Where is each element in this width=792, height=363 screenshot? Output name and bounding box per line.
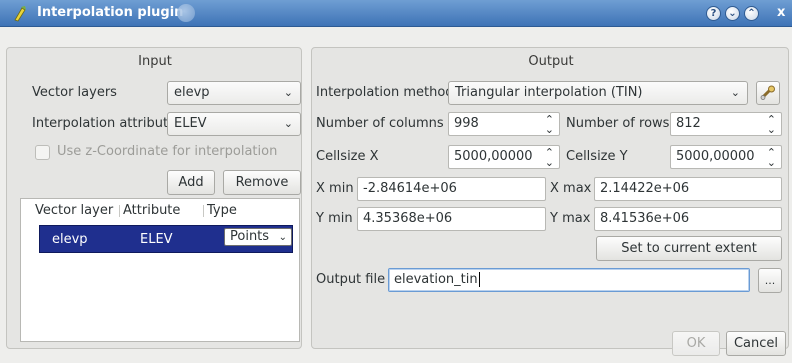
cellsize-y-value: 5000,00000 bbox=[676, 149, 755, 164]
use-z-coordinate-checkbox[interactable] bbox=[35, 145, 50, 160]
spin-arrows-icon[interactable]: ⌃ ⌄ bbox=[545, 114, 554, 135]
x-min-label: X min bbox=[316, 181, 354, 196]
vector-layers-combo[interactable]: elevp ⌄ bbox=[167, 81, 301, 105]
input-group-title: Input bbox=[138, 54, 172, 69]
ok-button[interactable]: OK bbox=[672, 331, 720, 356]
y-max-field[interactable]: 8.41536e+06 bbox=[594, 207, 782, 231]
text-cursor bbox=[478, 272, 480, 287]
input-group: Input Vector layers elevp ⌄ Interpolatio… bbox=[6, 47, 302, 349]
row-type-combo[interactable]: Points ⌄ bbox=[224, 228, 292, 246]
header-type[interactable]: Type bbox=[207, 203, 237, 218]
x-min-field[interactable]: -2.84614e+06 bbox=[357, 177, 546, 201]
x-max-field[interactable]: 2.14422e+06 bbox=[594, 177, 782, 201]
interpolation-attribute-combo[interactable]: ELEV ⌄ bbox=[167, 112, 301, 136]
spin-arrows-icon[interactable]: ⌃ ⌄ bbox=[545, 147, 554, 168]
y-max-label: Y max bbox=[550, 211, 591, 226]
y-min-label: Y min bbox=[316, 211, 353, 226]
window-titlebar[interactable]: Interpolation plugin ? ⌄ ⌃ x bbox=[0, 0, 792, 27]
number-of-columns-label: Number of columns bbox=[316, 116, 444, 131]
output-file-value: elevation_tin bbox=[394, 272, 478, 287]
row-attribute: ELEV bbox=[140, 232, 173, 247]
method-settings-button[interactable] bbox=[756, 81, 780, 105]
dialog-body: Input Vector layers elevp ⌄ Interpolatio… bbox=[0, 27, 792, 363]
interpolation-attribute-value: ELEV bbox=[174, 116, 207, 131]
close-button[interactable]: x bbox=[777, 5, 785, 20]
x-max-label: X max bbox=[550, 181, 592, 196]
interpolation-attribute-label: Interpolation attribute bbox=[32, 116, 177, 131]
window-title: Interpolation plugin bbox=[37, 5, 184, 20]
spin-arrows-icon[interactable]: ⌃ ⌄ bbox=[767, 147, 776, 168]
header-attribute[interactable]: Attribute bbox=[123, 203, 180, 218]
settings-wrench-icon bbox=[760, 85, 775, 100]
row-type-value: Points bbox=[230, 229, 270, 244]
number-of-rows-label: Number of rows bbox=[566, 116, 670, 131]
chevron-down-icon: ⌄ bbox=[283, 86, 293, 99]
row-layer: elevp bbox=[52, 232, 88, 247]
output-group-title: Output bbox=[528, 54, 574, 69]
browse-button[interactable]: ... bbox=[758, 268, 782, 293]
chevron-down-icon: ⌄ bbox=[278, 232, 287, 243]
interpolation-method-value: Triangular interpolation (TIN) bbox=[455, 85, 643, 100]
chevron-down-icon: ⌄ bbox=[730, 86, 740, 99]
spin-arrows-icon[interactable]: ⌃ ⌄ bbox=[767, 114, 776, 135]
cellsize-y-spinbox[interactable]: 5000,00000 ⌃ ⌄ bbox=[670, 145, 782, 169]
pin-icon[interactable] bbox=[177, 4, 195, 22]
minimize-button[interactable]: ⌄ bbox=[725, 6, 740, 21]
interpolation-method-combo[interactable]: Triangular interpolation (TIN) ⌄ bbox=[448, 81, 748, 105]
y-min-field[interactable]: 4.35368e+06 bbox=[357, 207, 546, 231]
interpolation-method-label: Interpolation method bbox=[316, 85, 454, 100]
cellsize-y-label: Cellsize Y bbox=[566, 149, 628, 164]
add-button[interactable]: Add bbox=[167, 170, 215, 195]
vector-layers-value: elevp bbox=[174, 85, 210, 100]
number-of-rows-value: 812 bbox=[676, 116, 701, 131]
output-file-field[interactable]: elevation_tin bbox=[388, 268, 750, 292]
remove-button[interactable]: Remove bbox=[223, 170, 301, 195]
cellsize-x-spinbox[interactable]: 5000,00000 ⌃ ⌄ bbox=[448, 145, 560, 169]
maximize-button[interactable]: ⌃ bbox=[744, 6, 759, 21]
vector-layers-label: Vector layers bbox=[32, 85, 117, 100]
input-layers-table[interactable]: Vector layer Attribute Type elevp ELEV P… bbox=[20, 198, 300, 342]
number-of-rows-spinbox[interactable]: 812 ⌃ ⌄ bbox=[670, 112, 782, 136]
set-to-current-extent-button[interactable]: Set to current extent bbox=[596, 236, 782, 261]
output-group: Output Interpolation method Triangular i… bbox=[311, 47, 789, 349]
number-of-columns-spinbox[interactable]: 998 ⌃ ⌄ bbox=[448, 112, 560, 136]
chevron-down-icon: ⌄ bbox=[283, 117, 293, 130]
cancel-button[interactable]: Cancel bbox=[726, 331, 786, 356]
table-row[interactable]: elevp ELEV Points ⌄ bbox=[39, 225, 293, 253]
output-file-label: Output file bbox=[316, 272, 386, 287]
help-button[interactable]: ? bbox=[706, 6, 721, 21]
number-of-columns-value: 998 bbox=[454, 116, 479, 131]
header-vector-layer[interactable]: Vector layer bbox=[35, 203, 113, 218]
qgis-logo-icon bbox=[14, 6, 26, 22]
cellsize-x-label: Cellsize X bbox=[316, 149, 379, 164]
use-z-coordinate-label: Use z-Coordinate for interpolation bbox=[57, 144, 278, 159]
cellsize-x-value: 5000,00000 bbox=[454, 149, 533, 164]
